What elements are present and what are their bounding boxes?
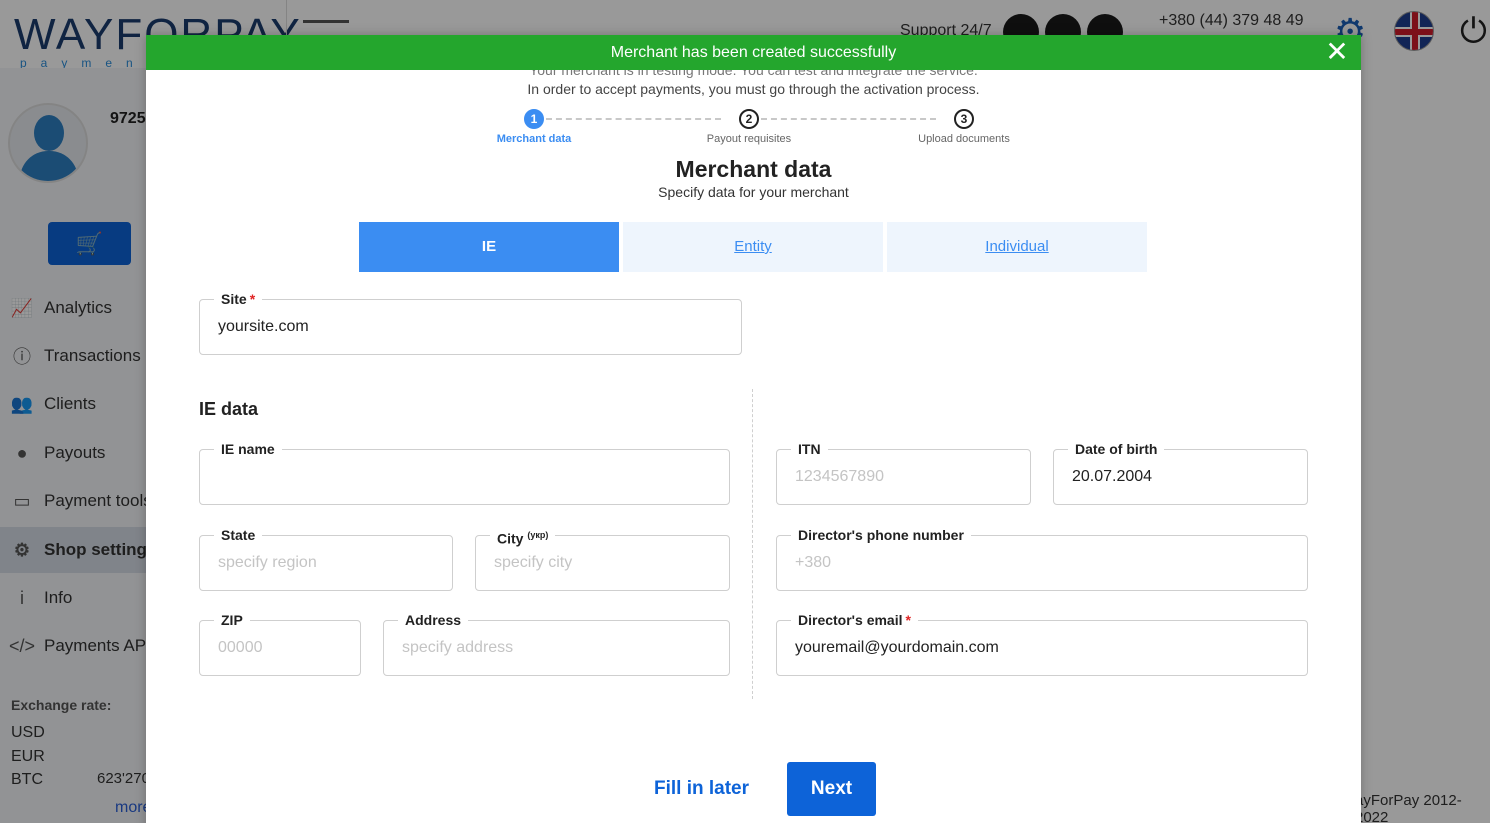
column-divider <box>752 389 753 699</box>
ie-name-field: IE name <box>199 441 730 505</box>
step-1-circle: 1 <box>524 109 544 129</box>
site-input[interactable] <box>218 318 723 336</box>
fill-later-button[interactable]: Fill in later <box>654 778 749 800</box>
tab-individual[interactable]: Individual <box>887 222 1147 272</box>
state-field: State <box>199 527 453 591</box>
zip-input[interactable] <box>218 639 342 657</box>
stepper: 1 2 3 Merchant data Payout requisites Up… <box>486 108 1026 148</box>
modal-subtitle: Specify data for your merchant <box>658 184 849 200</box>
step-connector <box>546 118 721 120</box>
step-2-label: Payout requisites <box>706 133 792 145</box>
success-banner-text: Merchant has been created successfully <box>610 44 897 61</box>
tab-entity[interactable]: Entity <box>623 222 883 272</box>
address-field: Address <box>383 612 730 676</box>
state-label: State <box>214 527 263 543</box>
merchant-modal: Your merchant is in testing mode. You ca… <box>146 35 1361 823</box>
address-input[interactable] <box>402 639 711 657</box>
ie-name-label: IE name <box>214 441 282 457</box>
close-icon[interactable]: ✕ <box>1323 38 1351 67</box>
ie-name-input[interactable] <box>218 468 711 486</box>
success-banner: Merchant has been created successfully ✕ <box>146 35 1361 70</box>
date-of-birth-field: Date of birth <box>1053 441 1308 505</box>
next-button[interactable]: Next <box>787 762 876 816</box>
director-phone-input[interactable] <box>795 554 1289 572</box>
director-email-label: Director's email * <box>791 612 918 628</box>
step-connector <box>761 118 936 120</box>
modal-title: Merchant data <box>675 156 832 182</box>
director-email-input[interactable] <box>795 639 1289 657</box>
step-3-label: Upload documents <box>918 133 1010 145</box>
city-field: City (укр) <box>475 527 730 591</box>
section-title-ie-data: IE data <box>199 399 259 419</box>
state-input[interactable] <box>218 554 434 572</box>
tab-ie[interactable]: IE <box>359 222 619 272</box>
site-label: Site * <box>214 291 263 307</box>
activation-notice: In order to accept payments, you must go… <box>527 81 980 97</box>
merchant-type-tabs: IE Entity Individual <box>359 222 1151 272</box>
step-2-circle: 2 <box>739 109 759 129</box>
itn-label: ITN <box>791 441 828 457</box>
city-label: City (укр) <box>490 527 556 547</box>
step-1-label: Merchant data <box>496 133 572 145</box>
address-label: Address <box>398 612 469 628</box>
director-phone-field: Director's phone number <box>776 527 1308 591</box>
step-3-circle: 3 <box>954 109 974 129</box>
date-of-birth-label: Date of birth <box>1068 441 1165 457</box>
city-input[interactable] <box>494 554 711 572</box>
director-phone-label: Director's phone number <box>791 527 971 543</box>
director-email-field: Director's email * <box>776 612 1308 676</box>
zip-field: ZIP <box>199 612 361 676</box>
itn-field: ITN <box>776 441 1031 505</box>
zip-label: ZIP <box>214 612 250 628</box>
itn-input[interactable] <box>795 468 1012 486</box>
site-field: Site * <box>199 291 742 355</box>
date-of-birth-input[interactable] <box>1072 468 1289 486</box>
